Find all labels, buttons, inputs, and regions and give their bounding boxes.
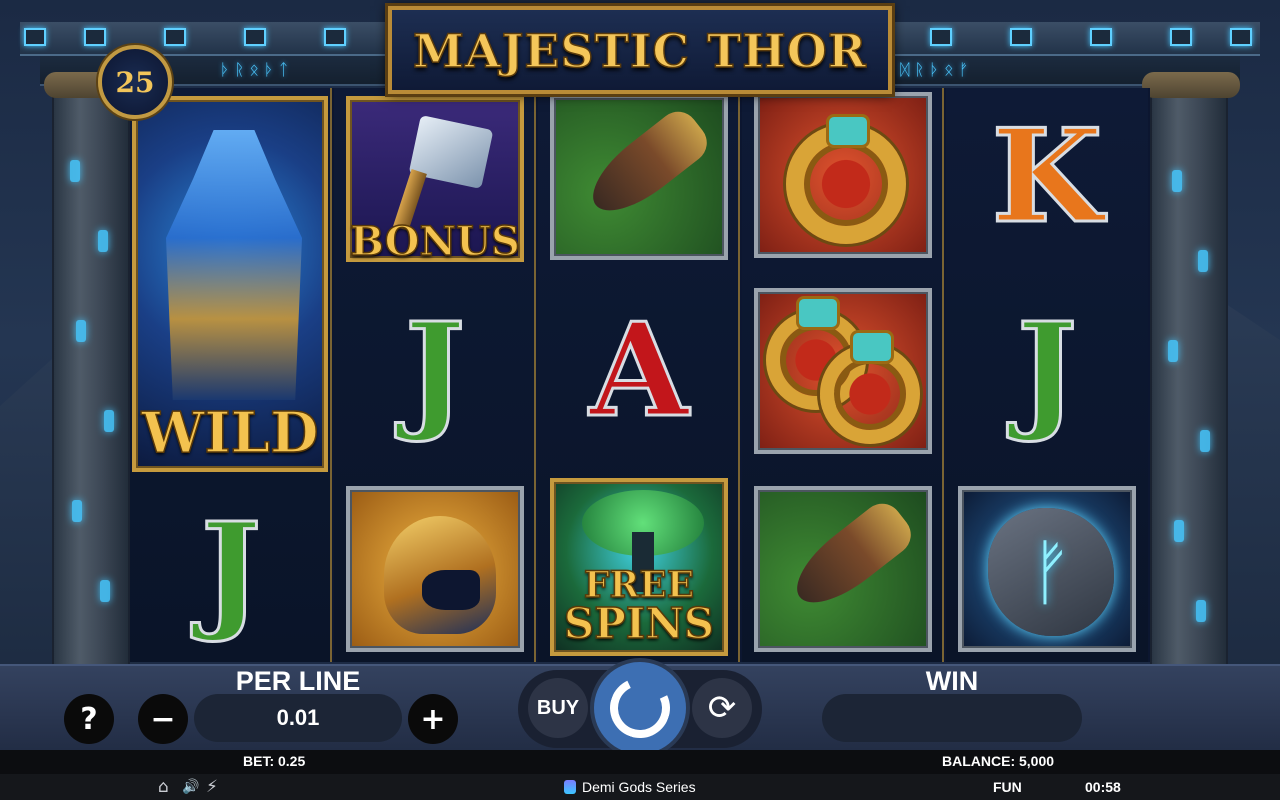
- beam-block: [84, 28, 106, 46]
- letter-j: J: [403, 296, 467, 446]
- horn-icon: [579, 103, 715, 227]
- reel-3: A FREE SPINS: [538, 88, 740, 662]
- turbo-icon[interactable]: ⚡: [206, 777, 218, 797]
- runestone-symbol: ᚠ: [958, 486, 1136, 652]
- info-bar: [0, 750, 1280, 774]
- runestone-icon: ᚠ: [988, 508, 1114, 636]
- clock: 00:58: [1085, 779, 1121, 795]
- reel-2: BONUS J: [334, 88, 536, 662]
- symbol-j: J: [958, 288, 1136, 454]
- beam-block: [1090, 28, 1112, 46]
- free-spins-label-2: SPINS: [563, 599, 715, 648]
- horn-symbol: [550, 94, 728, 260]
- wild-label: WILD: [141, 399, 320, 467]
- pillar-left: [44, 72, 142, 670]
- bet-total: BET: 0.25: [243, 753, 306, 769]
- pillar-capital: [1142, 72, 1240, 98]
- spin-button[interactable]: [594, 662, 686, 754]
- reel-5: K J ᚠ: [946, 88, 1148, 662]
- horn-symbol: [754, 486, 932, 652]
- symbol-j: J: [346, 288, 524, 454]
- beam-block: [164, 28, 186, 46]
- ring-icon: [820, 330, 920, 444]
- reel-area: WILD J BONUS J A FREE SPINS K J ᚠ: [130, 88, 1150, 662]
- beam-block: [244, 28, 266, 46]
- beam-block: [324, 28, 346, 46]
- reel-1: WILD J: [130, 88, 332, 662]
- reel-4: [742, 88, 944, 662]
- beam-block: [1170, 28, 1192, 46]
- letter-a: A: [588, 296, 690, 446]
- win-value: [822, 694, 1082, 742]
- beam-block: [24, 28, 46, 46]
- paylines-badge: 25: [98, 45, 172, 119]
- beam-block: [1230, 28, 1252, 46]
- horn-icon: [783, 495, 919, 619]
- symbol-a: A: [550, 288, 728, 454]
- spin-icon: [601, 669, 679, 747]
- home-icon[interactable]: ⌂: [158, 777, 169, 797]
- pillar-right: [1142, 72, 1240, 670]
- buy-feature-button[interactable]: BUY: [528, 678, 588, 738]
- thor-figure: [166, 130, 302, 400]
- sound-icon[interactable]: 🔊: [182, 779, 199, 795]
- beam-block: [930, 28, 952, 46]
- letter-j: J: [199, 496, 263, 646]
- symbol-k: K: [958, 94, 1136, 260]
- rings-symbol: [754, 288, 932, 454]
- win-label: WIN: [925, 666, 979, 696]
- free-spins-symbol: FREE SPINS: [550, 478, 728, 656]
- game-title: MAJESTIC THOR: [412, 23, 868, 79]
- ring-icon: [786, 114, 906, 244]
- provider-logo-icon: [564, 780, 576, 794]
- autoplay-button[interactable]: ⟳: [692, 678, 752, 738]
- helmet-icon: [384, 516, 496, 634]
- beam-block: [1010, 28, 1032, 46]
- game-title-plate: MAJESTIC THOR: [388, 6, 892, 94]
- bonus-label: BONUS: [349, 217, 520, 266]
- balance: BALANCE: 5,000: [942, 753, 1055, 769]
- wild-symbol: WILD: [132, 96, 328, 472]
- helmet-symbol: [346, 486, 524, 652]
- ring-symbol: [754, 92, 932, 258]
- letter-j: J: [1015, 296, 1079, 446]
- symbol-j: J: [142, 488, 320, 654]
- per-line-value: 0.01: [194, 694, 402, 742]
- play-mode: FUN: [993, 779, 1022, 795]
- help-button[interactable]: ?: [64, 694, 114, 744]
- per-line-label: PER LINE: [235, 666, 361, 696]
- series-label: Demi Gods Series: [564, 779, 696, 795]
- bet-decrease-button[interactable]: −: [138, 694, 188, 744]
- autoplay-icon: ⟳: [707, 688, 737, 728]
- bonus-symbol: BONUS: [346, 96, 524, 266]
- letter-k: K: [990, 102, 1104, 252]
- bet-increase-button[interactable]: +: [408, 694, 458, 744]
